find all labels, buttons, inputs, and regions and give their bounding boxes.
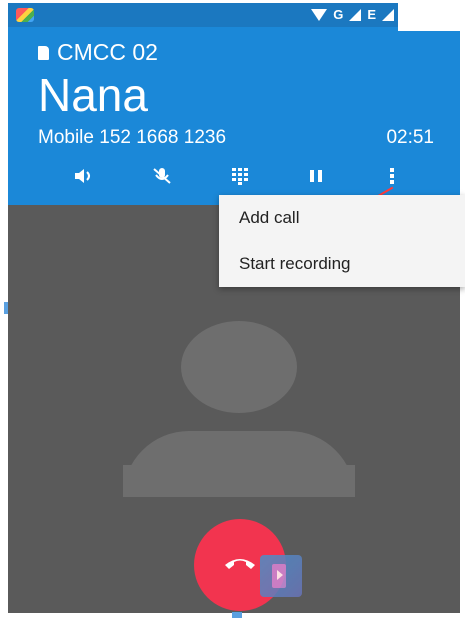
data-label: E (367, 7, 376, 22)
more-options-icon (389, 167, 395, 185)
status-bar: G E (8, 3, 460, 27)
carrier-label: CMCC 02 (38, 39, 158, 66)
signal-icon (382, 8, 394, 21)
caller-name: Nana (38, 69, 148, 121)
dialpad-button[interactable] (226, 163, 254, 189)
avatar-body-base (123, 465, 355, 497)
speaker-icon (74, 168, 94, 184)
network-label: G (333, 7, 344, 22)
hold-button[interactable] (302, 163, 330, 189)
bottom-edge-marker (232, 612, 242, 618)
menu-item-add-call[interactable]: Add call (219, 195, 465, 241)
call-timer: 02:51 (386, 127, 434, 148)
hold-icon (309, 168, 323, 184)
carrier-name: CMCC 02 (57, 39, 158, 65)
end-call-icon (223, 555, 257, 576)
wifi-icon (311, 8, 328, 21)
speaker-button[interactable] (70, 163, 98, 189)
overflow-menu: Add call Start recording (219, 195, 465, 287)
menu-item-start-recording[interactable]: Start recording (219, 241, 465, 287)
edge-marker (4, 302, 8, 314)
status-bar-cutout (398, 3, 460, 31)
dialpad-icon (231, 167, 249, 185)
phone-screen: G E CMCC 02 Nana Mobile 152 1668 1236 02… (8, 3, 460, 613)
call-header: CMCC 02 Nana Mobile 152 1668 1236 02:51 (8, 27, 460, 205)
caller-number: Mobile 152 1668 1236 (38, 127, 227, 148)
mute-button[interactable] (148, 163, 176, 189)
status-icons: G E (311, 7, 394, 22)
more-options-button[interactable] (378, 163, 406, 189)
watermark-logo (260, 555, 302, 597)
sim-card-icon (38, 45, 49, 60)
avatar-head (181, 321, 297, 413)
signal-icon (349, 8, 362, 21)
app-icon (16, 8, 34, 22)
mute-icon (152, 167, 172, 185)
